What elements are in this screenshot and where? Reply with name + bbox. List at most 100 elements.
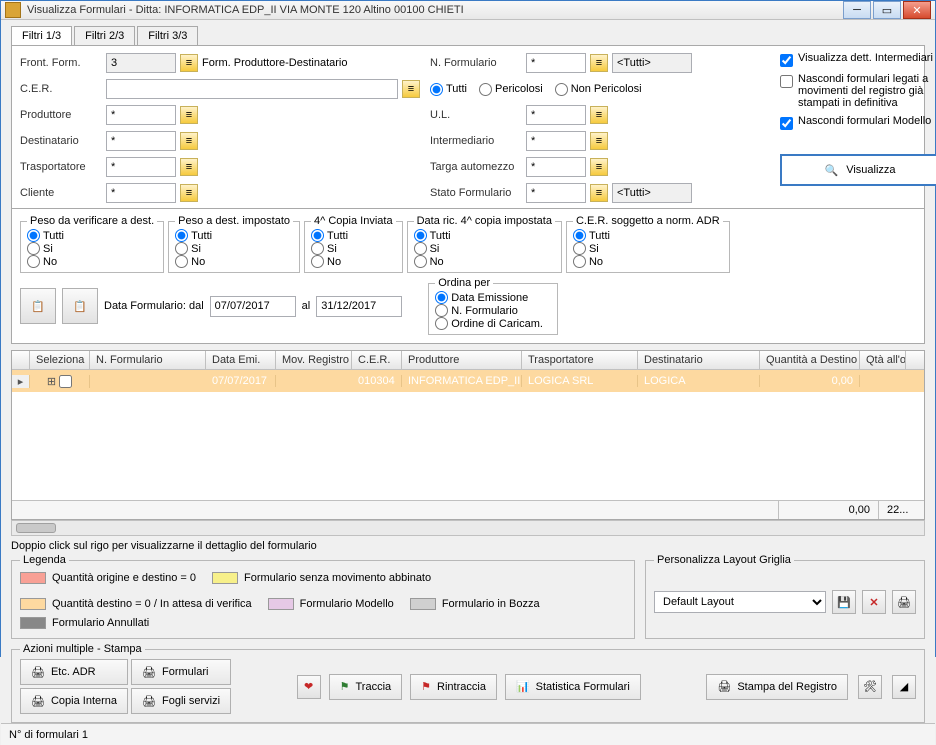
radio-pericolosi[interactable]: Pericolosi xyxy=(479,83,543,96)
swatch-gray xyxy=(410,598,436,610)
btn-etc-adr[interactable]: 🖨Etc. ADR xyxy=(20,659,128,685)
col-produttore[interactable]: Produttore xyxy=(402,351,522,369)
produttore-input[interactable] xyxy=(106,105,176,125)
visualizza-button[interactable]: 🔍 Visualizza xyxy=(780,154,936,186)
col-trasportatore[interactable]: Trasportatore xyxy=(522,351,638,369)
table-row[interactable]: ▸ ⊞ 07/07/2017 010304 INFORMATICA EDP_II… xyxy=(12,370,924,392)
pv-tutti[interactable]: Tutti xyxy=(27,229,149,242)
col-cer[interactable]: C.E.R. xyxy=(352,351,402,369)
save-layout-button[interactable]: 💾 xyxy=(832,590,856,614)
btn-statistica[interactable]: 📊Statistica Formulari xyxy=(505,674,641,700)
ord-dataemi[interactable]: Data Emissione xyxy=(435,291,543,304)
minimize-button[interactable]: ─ xyxy=(843,1,871,19)
btn-config[interactable]: 🛠 xyxy=(858,675,882,699)
chk-nascondi-registro[interactable]: Nascondi formulari legati a movimenti de… xyxy=(780,73,936,109)
pv-si[interactable]: Si xyxy=(27,242,149,255)
dr-no[interactable]: No xyxy=(414,255,547,268)
btn-eraser[interactable]: ◢ xyxy=(892,675,916,699)
h-scrollbar[interactable] xyxy=(11,520,925,536)
status-text: N° di formulari 1 xyxy=(9,729,88,741)
c4-tutti[interactable]: Tutti xyxy=(311,229,388,242)
destinatario-lookup-icon[interactable]: ≡ xyxy=(180,132,198,150)
nformulario-input[interactable] xyxy=(526,53,586,73)
cer-input[interactable] xyxy=(106,79,398,99)
col-destinatario[interactable]: Destinatario xyxy=(638,351,760,369)
btn-traccia[interactable]: ⚑Traccia xyxy=(329,674,403,700)
destinatario-input[interactable] xyxy=(106,131,176,151)
statusbar: N° di formulari 1 xyxy=(1,723,935,745)
printer-icon: 🖨 xyxy=(142,666,156,679)
adr-no[interactable]: No xyxy=(573,255,715,268)
targa-lookup-icon[interactable]: ≡ xyxy=(590,158,608,176)
label-stato: Stato Formulario xyxy=(430,187,522,199)
label-destinatario: Destinatario xyxy=(20,135,102,147)
produttore-lookup-icon[interactable]: ≡ xyxy=(180,106,198,124)
ord-nform[interactable]: N. Formulario xyxy=(435,304,543,317)
clipboard-out-icon[interactable]: 📋 xyxy=(62,288,98,324)
printer-icon: 🖨 xyxy=(31,695,45,708)
row-checkbox[interactable] xyxy=(59,375,72,388)
btn-heart[interactable]: ❤ xyxy=(297,675,321,699)
tab-filtri-3[interactable]: Filtri 3/3 xyxy=(137,26,198,45)
flag-icon: ⚑ xyxy=(421,680,431,693)
dr-tutti[interactable]: Tutti xyxy=(414,229,547,242)
fs-ordina: Ordina per Data Emissione N. Formulario … xyxy=(428,277,558,335)
btn-copia-interna[interactable]: 🖨Copia Interna xyxy=(20,688,128,714)
delete-layout-button[interactable]: ✕ xyxy=(862,590,886,614)
ul-lookup-icon[interactable]: ≡ xyxy=(590,106,608,124)
dr-si[interactable]: Si xyxy=(414,242,547,255)
adr-tutti[interactable]: Tutti xyxy=(573,229,715,242)
stato-input[interactable] xyxy=(526,183,586,203)
chk-nascondi-modello[interactable]: Nascondi formulari Modello xyxy=(780,115,936,130)
frontform-value xyxy=(106,53,176,73)
ord-caricam[interactable]: Ordine di Caricam. xyxy=(435,317,543,330)
col-qtadest[interactable]: Quantità a Destino xyxy=(760,351,860,369)
frontform-lookup-icon[interactable]: ≡ xyxy=(180,54,198,72)
col-nformulario[interactable]: N. Formulario xyxy=(90,351,206,369)
fs-dataric: Data ric. 4^ copia impostata Tutti Si No xyxy=(407,215,562,273)
c4-no[interactable]: No xyxy=(311,255,388,268)
maximize-button[interactable]: ▭ xyxy=(873,1,901,19)
col-qtaorig[interactable]: Qtà all'o xyxy=(860,351,906,369)
ul-input[interactable] xyxy=(526,105,586,125)
trasportatore-lookup-icon[interactable]: ≡ xyxy=(180,158,198,176)
pd-tutti[interactable]: Tutti xyxy=(175,229,285,242)
tab-filtri-2[interactable]: Filtri 2/3 xyxy=(74,26,135,45)
col-expand[interactable] xyxy=(12,351,30,369)
date-from[interactable] xyxy=(210,296,296,317)
close-button[interactable]: ✕ xyxy=(903,1,931,19)
cliente-input[interactable] xyxy=(106,183,176,203)
gear-icon: 🛠 xyxy=(863,680,877,693)
radio-tutti[interactable]: Tutti xyxy=(430,83,467,96)
radio-nonpericolosi[interactable]: Non Pericolosi xyxy=(555,83,642,96)
col-dataemi[interactable]: Data Emi. xyxy=(206,351,276,369)
btn-fogli-servizi[interactable]: 🖨Fogli servizi xyxy=(131,688,231,714)
pd-si[interactable]: Si xyxy=(175,242,285,255)
cliente-lookup-icon[interactable]: ≡ xyxy=(180,184,198,202)
btn-stampa-registro[interactable]: 🖨Stampa del Registro xyxy=(706,674,848,700)
cer-lookup-icon[interactable]: ≡ xyxy=(402,80,420,98)
pv-no[interactable]: No xyxy=(27,255,149,268)
date-to[interactable] xyxy=(316,296,402,317)
print-layout-button[interactable]: 🖨 xyxy=(892,590,916,614)
layout-select[interactable]: Default Layout xyxy=(654,591,826,613)
heart-icon: ❤ xyxy=(304,680,313,693)
btn-formulari[interactable]: 🖨Formulari xyxy=(131,659,231,685)
col-seleziona[interactable]: Seleziona xyxy=(30,351,90,369)
adr-si[interactable]: Si xyxy=(573,242,715,255)
swatch-purple xyxy=(268,598,294,610)
intermediario-lookup-icon[interactable]: ≡ xyxy=(590,132,608,150)
tab-filtri-1[interactable]: Filtri 1/3 xyxy=(11,26,72,45)
trasportatore-input[interactable] xyxy=(106,157,176,177)
nformulario-lookup-icon[interactable]: ≡ xyxy=(590,54,608,72)
intermediario-input[interactable] xyxy=(526,131,586,151)
btn-rintraccia[interactable]: ⚑Rintraccia xyxy=(410,674,497,700)
clipboard-in-icon[interactable]: 📋 xyxy=(20,288,56,324)
chk-intermediari[interactable]: Visualizza dett. Intermediari xyxy=(780,52,936,67)
stato-lookup-icon[interactable]: ≡ xyxy=(590,184,608,202)
pd-no[interactable]: No xyxy=(175,255,285,268)
targa-input[interactable] xyxy=(526,157,586,177)
label-intermediario: Intermediario xyxy=(430,135,522,147)
col-movreg[interactable]: Mov. Registro xyxy=(276,351,352,369)
c4-si[interactable]: Si xyxy=(311,242,388,255)
